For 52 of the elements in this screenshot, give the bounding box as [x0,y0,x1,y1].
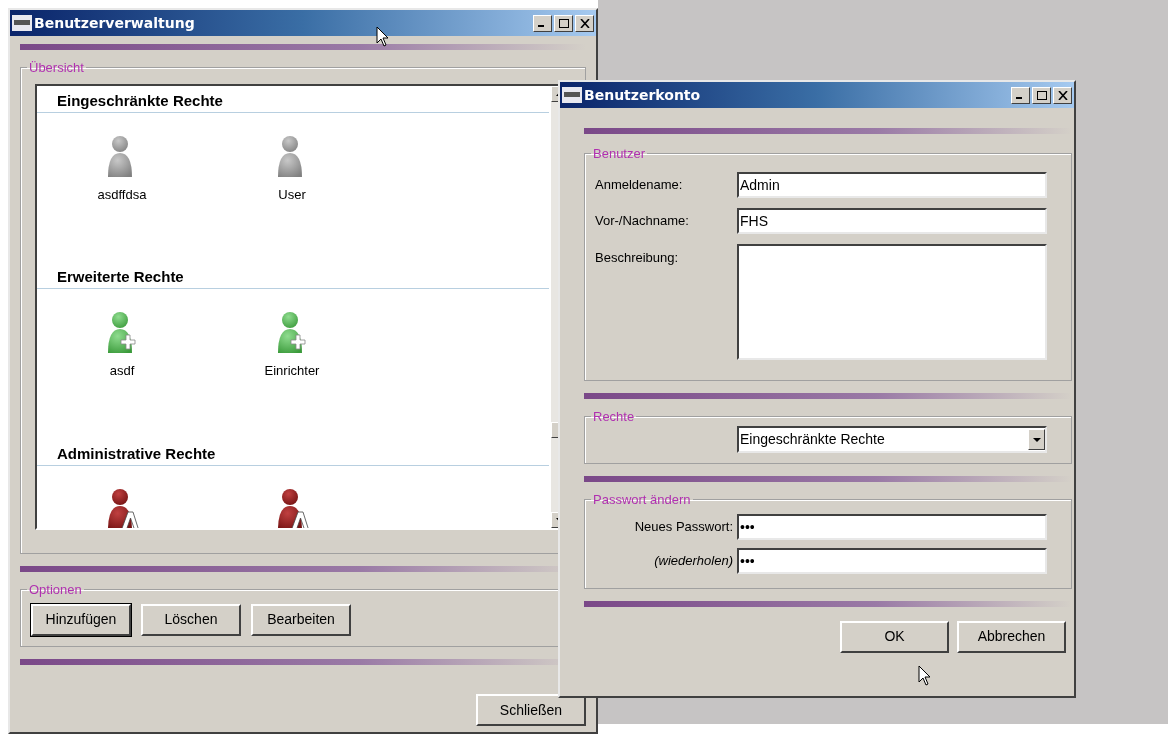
dropdown-arrow-icon [1032,437,1041,442]
group-title: Übersicht [28,59,85,77]
input-field[interactable]: ••• [737,547,1047,574]
user-tile[interactable]: asdffdsa [37,134,207,204]
push-button[interactable]: Hinzufügen [31,603,131,636]
group-title: Passwort ändern [592,491,692,509]
user-tile[interactable]: User [207,134,377,204]
group-title: Benutzer [592,145,647,163]
close-button[interactable] [575,14,594,32]
field-label: Beschreibung: [595,248,680,267]
user-name: Einrichter [264,362,320,380]
field-label: Vor-/Nachname: [595,211,690,230]
input-field[interactable]: FHS [737,207,1047,234]
minimize-button[interactable] [1011,86,1030,104]
push-button[interactable]: OK [840,620,949,653]
minimize-icon [538,25,544,27]
group-title: Optionen [28,581,83,599]
maximize-button[interactable] [554,14,573,32]
minimize-icon [1016,97,1022,99]
push-button[interactable]: Schließen [476,694,586,726]
maximize-button[interactable] [1032,86,1051,104]
cursor-icon [918,665,932,687]
push-button[interactable]: Bearbeiten [251,603,351,636]
category-header: Eingeschränkte Rechte [37,85,549,113]
app-icon [12,15,32,31]
group-title: Rechte [592,407,636,426]
push-button[interactable]: Abbrechen [957,620,1066,653]
field-label: (wiederholen) [653,551,734,570]
minimize-button[interactable] [533,14,552,32]
user-name: asdf [109,362,135,380]
rights-dropdown[interactable]: Eingeschränkte Rechte [737,426,1047,453]
maximize-icon [558,18,569,28]
window-title: Benutzerverwaltung [34,13,195,33]
category-header: Erweiterte Rechte [37,262,549,289]
category-header: Administrative Rechte [37,438,549,466]
cursor-icon [376,26,390,48]
user-tile[interactable]: asdf [37,311,207,381]
close-icon [579,18,590,28]
close-button[interactable] [1053,86,1072,104]
description-field[interactable] [737,243,1047,360]
push-button[interactable]: Löschen [141,603,241,636]
close-icon [1057,90,1068,100]
field-label: Neues Passwort: [633,517,734,536]
window-title: Benutzerkonto [584,85,701,105]
user-tile[interactable]: Einrichter [207,311,377,381]
input-field[interactable]: Admin [737,171,1047,198]
field-label: Anmeldename: [595,175,684,194]
user-name: User [278,185,306,204]
app-icon [562,87,582,103]
input-field[interactable]: ••• [737,513,1047,540]
maximize-icon [1036,90,1047,100]
user-name: asdffdsa [97,185,147,204]
